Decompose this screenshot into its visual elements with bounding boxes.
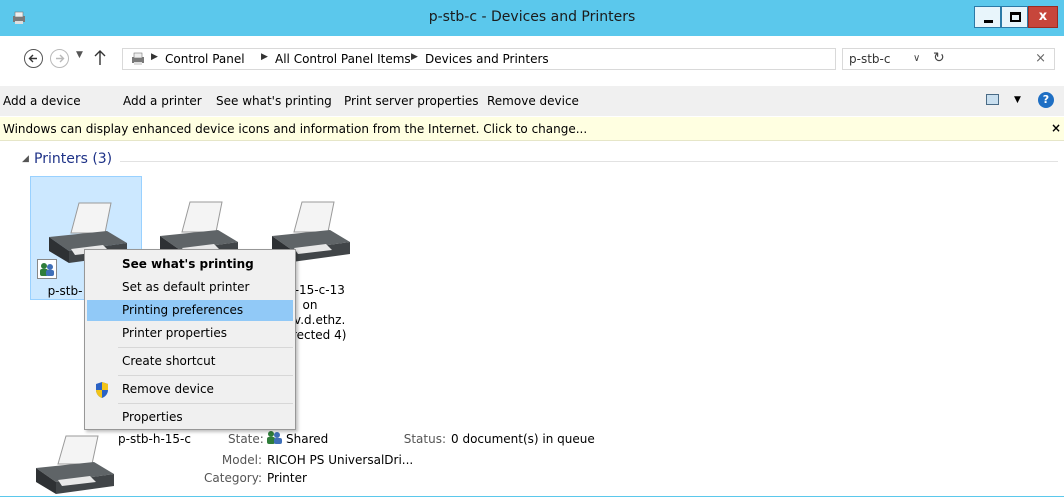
menu-item-remove-device[interactable]: Remove device (87, 379, 293, 400)
menu-item-properties[interactable]: Properties (87, 407, 293, 428)
printer-icon (36, 435, 114, 494)
up-button[interactable] (92, 47, 108, 67)
window-bottom-border (0, 496, 1064, 497)
model-value: RICOH PS UniversalDri... (267, 453, 414, 467)
forward-button[interactable] (50, 49, 69, 68)
see-whats-printing-button[interactable]: See what's printing (216, 94, 332, 108)
devices-and-printers-window: p-stb-c - Devices and Printers x ▼ ▶ Con… (0, 0, 1064, 501)
menu-item-label: Create shortcut (122, 354, 216, 368)
view-options-dropdown-icon[interactable]: ▼ (1014, 95, 1021, 105)
menu-item-see-whats-printing[interactable]: See what's printing (87, 254, 293, 275)
info-bar[interactable]: Windows can display enhanced device icon… (0, 117, 1064, 141)
up-arrow-icon (94, 50, 106, 65)
shared-users-icon (37, 259, 57, 279)
maximize-button[interactable] (1001, 6, 1028, 28)
help-icon[interactable]: ? (1038, 92, 1054, 108)
back-arrow-icon (28, 54, 37, 63)
info-bar-close-icon[interactable]: × (1051, 121, 1061, 135)
breadcrumb-separator-icon[interactable]: ▶ (411, 52, 418, 62)
add-device-button[interactable]: Add a device (3, 94, 81, 108)
print-server-properties-button[interactable]: Print server properties (344, 94, 478, 108)
breadcrumb-control-panel[interactable]: Control Panel (165, 52, 245, 66)
printers-group-header[interactable]: ◢ Printers (3) (22, 151, 1058, 171)
address-bar[interactable]: ▶ Control Panel ▶ All Control Panel Item… (122, 48, 945, 70)
minimize-icon (984, 20, 993, 23)
breadcrumb-devices-printers[interactable]: Devices and Printers (425, 52, 549, 66)
details-pane: p-stb-h-15-c State: Shared Status: 0 doc… (0, 420, 1064, 501)
menu-item-create-shortcut[interactable]: Create shortcut (87, 351, 293, 372)
breadcrumb-all-items[interactable]: All Control Panel Items (275, 52, 411, 66)
menu-item-label: Properties (122, 410, 183, 424)
shared-users-icon (267, 431, 282, 444)
model-label: Model: (221, 453, 262, 467)
context-menu: See what's printing Set as default print… (84, 249, 296, 430)
menu-separator (118, 347, 293, 348)
search-clear-icon[interactable]: × (1035, 51, 1046, 66)
menu-separator (118, 375, 293, 376)
uac-shield-icon (96, 382, 108, 398)
collapse-arrow-icon[interactable]: ◢ (22, 154, 29, 164)
add-printer-button[interactable]: Add a printer (123, 94, 202, 108)
menu-item-set-default-printer[interactable]: Set as default printer (87, 277, 293, 298)
maximize-icon (1010, 12, 1021, 22)
control-panel-icon (132, 52, 144, 65)
menu-item-printer-properties[interactable]: Printer properties (87, 323, 293, 344)
remove-device-button[interactable]: Remove device (487, 94, 579, 108)
menu-item-label: See what's printing (122, 257, 254, 271)
status-label: Status: (403, 432, 446, 446)
window-title: p-stb-c - Devices and Printers (428, 9, 636, 25)
search-input[interactable]: p-stb-c × (842, 48, 1055, 70)
title-bar[interactable]: p-stb-c - Devices and Printers x (0, 0, 1064, 36)
group-title: Printers (3) (34, 151, 113, 167)
device-name: p-stb-h-15-c (118, 432, 191, 446)
state-label: State: (228, 432, 264, 446)
menu-item-printing-preferences[interactable]: Printing preferences (87, 300, 293, 321)
minimize-button[interactable] (974, 6, 1001, 28)
menu-item-label: Set as default printer (122, 280, 250, 294)
recent-locations-dropdown[interactable]: ▼ (76, 50, 83, 60)
change-view-icon[interactable] (986, 94, 999, 105)
search-text[interactable]: p-stb-c (849, 52, 890, 66)
group-divider (120, 161, 1058, 162)
state-value: Shared (286, 432, 329, 446)
menu-separator (118, 403, 293, 404)
command-bar: Add a device Add a printer See what's pr… (0, 86, 1064, 116)
back-button[interactable] (24, 49, 43, 68)
close-button[interactable]: x (1028, 6, 1058, 28)
breadcrumb-separator-icon[interactable]: ▶ (151, 52, 158, 62)
close-icon: x (1038, 9, 1048, 24)
menu-item-label: Remove device (122, 382, 214, 396)
category-label: Category: (204, 471, 262, 485)
menu-item-label: Printing preferences (122, 303, 244, 317)
menu-item-label: Printer properties (122, 326, 227, 340)
category-value: Printer (267, 471, 307, 485)
info-bar-text[interactable]: Windows can display enhanced device icon… (3, 122, 587, 136)
forward-arrow-icon (56, 54, 65, 63)
breadcrumb-separator-icon[interactable]: ▶ (261, 52, 268, 62)
address-row: ▼ ▶ Control Panel ▶ All Control Panel It… (0, 44, 1064, 74)
status-value: 0 document(s) in queue (451, 432, 595, 446)
